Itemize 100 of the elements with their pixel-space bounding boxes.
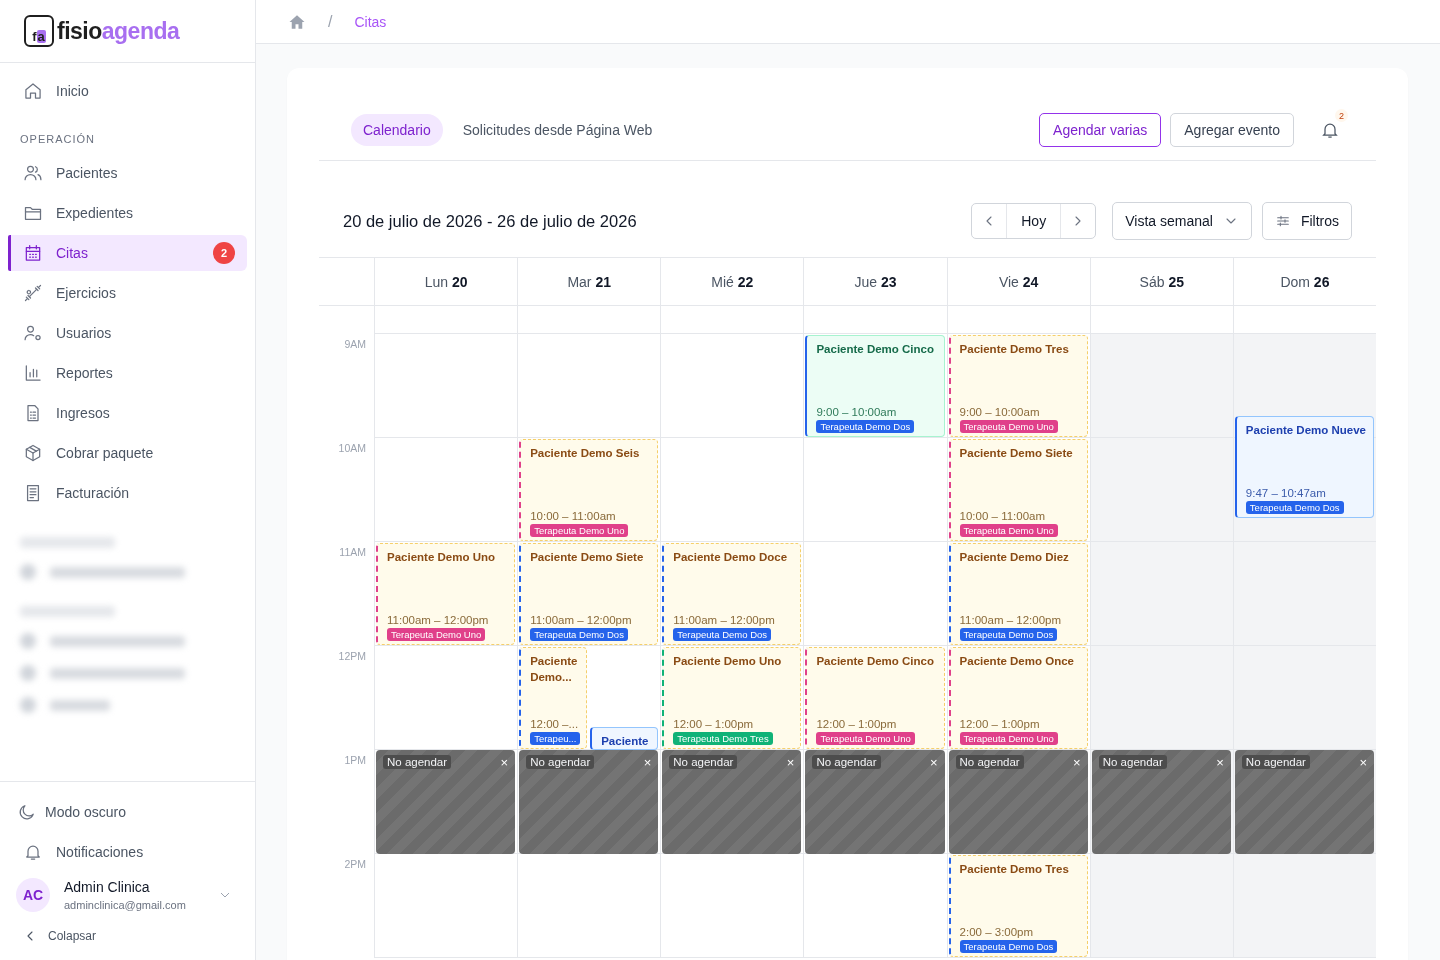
appointment-card[interactable]: Paciente Demo Cinco 12:00 – 1:00pm Terapeuta Demo Uno — [805, 647, 945, 749]
user-email: adminclinica@gmail.com — [64, 899, 187, 911]
appointment-title: Paciente Demo Tres — [959, 342, 1070, 357]
appointment-title: Paciente — [601, 734, 650, 749]
blocked-slot[interactable]: No agendar × — [376, 750, 516, 854]
close-button[interactable]: × — [500, 756, 509, 769]
appointment-title: Paciente Demo Uno — [387, 550, 496, 565]
day-header: Dom 26 — [1280, 273, 1330, 290]
add-event-button[interactable]: Agregar evento — [1170, 113, 1294, 147]
blocked-slot[interactable]: No agendar × — [1234, 750, 1374, 854]
blocked-label: No agendar — [1241, 755, 1310, 769]
tab[interactable]: Solicitudes desde Página Web — [450, 114, 665, 146]
nav-item[interactable]: Expedientes — [8, 195, 247, 231]
therapist-tag: Terapeuta Demo Uno — [959, 524, 1058, 537]
time-label: 12PM — [338, 650, 366, 662]
appointment-title: Paciente Demo Siete — [959, 446, 1074, 461]
day-header: Vie 24 — [998, 273, 1039, 290]
people-icon — [23, 163, 43, 183]
nav-item[interactable]: Modo oscuro — [8, 794, 247, 830]
therapist-tag: Terapeuta Demo Uno — [816, 732, 915, 745]
section-label: OPERACIÓN — [19, 132, 96, 147]
today-button[interactable]: Hoy — [1006, 204, 1062, 238]
close-button[interactable]: × — [786, 756, 795, 769]
breadcrumb-link[interactable]: Citas — [354, 13, 387, 30]
blocked-label: No agendar — [383, 755, 452, 769]
nav-item[interactable]: Citas 2 — [8, 235, 247, 271]
appointment-card[interactable]: Paciente — [590, 727, 659, 750]
appointment-card[interactable]: Paciente Demo Uno 11:00am – 12:00pm Terapeuta Demo Uno — [376, 543, 516, 645]
appointment-title: Paciente Demo Doce — [673, 550, 789, 565]
appointment-card[interactable]: Paciente Demo Uno 12:00 – 1:00pm Terapeuta Demo Tres — [662, 647, 802, 749]
day-header: Jue 23 — [854, 273, 897, 290]
appointment-time: 11:00am – 12:00pm — [959, 614, 1061, 626]
appointment-title: Paciente Demo Cinco — [816, 654, 935, 669]
sliders-icon — [1274, 213, 1291, 229]
notification-count: 2 — [1335, 109, 1348, 122]
appointment-time: 9:00 – 10:00am — [959, 406, 1040, 418]
nav-item[interactable]: Inicio — [8, 73, 247, 109]
blocked-slot[interactable]: No agendar × — [805, 750, 945, 854]
date-range-title: 20 de julio de 2026 - 26 de julio de 2026 — [343, 211, 637, 231]
appointment-card[interactable]: Paciente Demo Siete 10:00 – 11:00am Terapeuta Demo Uno — [948, 439, 1088, 541]
avatar: AC — [16, 878, 50, 912]
appointment-card[interactable]: Paciente Demo Siete 11:00am – 12:00pm Terapeuta Demo Dos — [519, 543, 659, 645]
appointment-card[interactable]: Paciente Demo... 12:00 –... Terapeu... — [519, 647, 588, 749]
therapist-tag: Terapeuta Demo Dos — [530, 628, 628, 641]
close-button[interactable]: × — [1359, 756, 1367, 769]
appointment-card[interactable]: Paciente Demo Cinco 9:00 – 10:00am Terapeuta Demo Dos — [805, 335, 945, 437]
day-header: Mar 21 — [567, 273, 611, 290]
blocked-label: No agendar — [669, 755, 738, 769]
appointment-time: 10:00 – 11:00am — [530, 510, 616, 522]
blocked-label: No agendar — [526, 755, 595, 769]
nav-item[interactable]: Usuarios — [8, 315, 247, 351]
appointment-card[interactable]: Paciente Demo Tres 9:00 – 10:00am Terapeuta Demo Uno — [948, 335, 1088, 437]
appointment-card[interactable]: Paciente Demo Once 12:00 – 1:00pm Terapeuta Demo Uno — [948, 647, 1088, 749]
appointment-card[interactable]: Paciente Demo Tres 2:00 – 3:00pm Terapeuta Demo Dos — [948, 855, 1088, 957]
nav-item[interactable]: Facturación — [8, 475, 247, 511]
logo-text: fisioagenda — [57, 17, 180, 45]
nav-item[interactable]: Cobrar paquete — [8, 435, 247, 471]
day-header: Mié 22 — [711, 273, 754, 290]
blocked-label: No agendar — [812, 755, 881, 769]
time-label: 1PM — [344, 754, 366, 766]
appointment-card[interactable]: Paciente Demo Doce 11:00am – 12:00pm Terapeuta Demo Dos — [662, 543, 802, 645]
time-label: 10AM — [338, 442, 366, 454]
therapist-tag: Terapeuta Demo Uno — [387, 628, 486, 641]
appointment-card[interactable]: Paciente Demo Nueve 9:47 – 10:47am Terapeuta Demo Dos — [1234, 416, 1374, 519]
moon-icon — [17, 802, 37, 822]
nav-item[interactable]: Ingresos — [8, 395, 247, 431]
blocked-slot[interactable]: No agendar × — [1091, 750, 1231, 854]
blocked-slot[interactable]: No agendar × — [948, 750, 1088, 854]
blocked-slot[interactable]: No agendar × — [662, 750, 802, 854]
therapist-tag: Terapeuta Demo Uno — [959, 732, 1058, 745]
day-header: Sáb 25 — [1139, 273, 1184, 290]
appointment-time: 12:00 – 1:00pm — [816, 718, 897, 730]
appointment-title: Paciente Demo Seis — [530, 446, 641, 461]
close-button[interactable]: × — [1216, 756, 1224, 769]
close-button[interactable]: × — [1073, 756, 1081, 769]
tab[interactable]: Calendario — [351, 114, 443, 146]
breadcrumb-separator: / — [328, 12, 333, 31]
blocked-slot[interactable]: No agendar × — [519, 750, 659, 854]
day-header: Lun 20 — [424, 273, 468, 290]
filters-button[interactable]: Filtros — [1261, 202, 1352, 240]
close-button[interactable]: × — [929, 756, 938, 769]
nav-item[interactable]: Ejercicios — [8, 275, 247, 311]
user-name: Admin Clinica — [64, 879, 151, 895]
appointment-card[interactable]: Paciente Demo Diez 11:00am – 12:00pm Terapeuta Demo Dos — [948, 543, 1088, 645]
nav-item[interactable]: Pacientes — [8, 155, 247, 191]
appointment-card[interactable]: Paciente Demo Seis 10:00 – 11:00am Terapeuta Demo Uno — [519, 439, 659, 541]
appointment-time: 11:00am – 12:00pm — [673, 614, 775, 626]
dumbbell-icon — [23, 283, 43, 303]
close-button[interactable]: × — [643, 756, 652, 769]
collapse-button[interactable]: Colapsar — [8, 922, 111, 950]
appointment-time: 11:00am – 12:00pm — [387, 614, 489, 626]
view-dropdown[interactable]: Vista semanal — [1112, 202, 1252, 240]
nav-item[interactable]: Notificaciones — [8, 834, 247, 870]
nav-item[interactable]: Reportes — [8, 355, 247, 391]
appointment-title: Paciente Demo... — [530, 654, 579, 685]
time-label: 2PM — [344, 858, 366, 870]
schedule-button[interactable]: Agendar varias — [1039, 113, 1162, 147]
appointment-time: 9:47 – 10:47am — [1245, 487, 1326, 500]
appointment-title: Paciente Demo Diez — [959, 550, 1070, 565]
appointment-title: Paciente Demo Once — [959, 654, 1075, 669]
